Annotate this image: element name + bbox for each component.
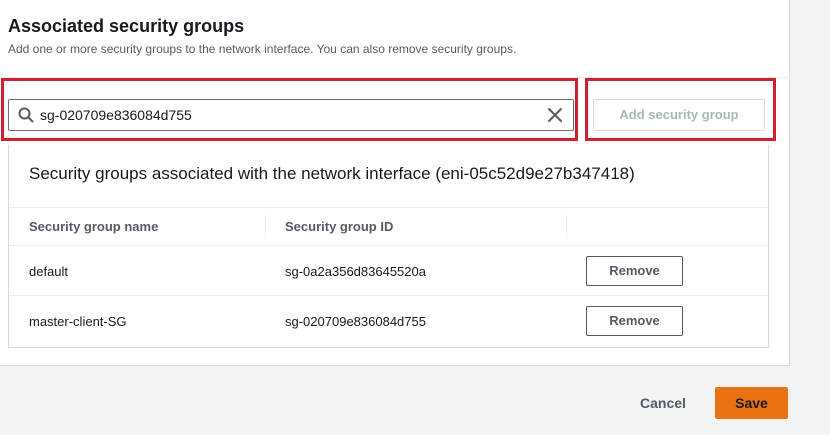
search-input[interactable] [40, 100, 540, 130]
column-header-name: Security group name [29, 219, 159, 234]
table-title: Security groups associated with the netw… [29, 164, 635, 183]
divider [9, 245, 768, 246]
divider [9, 207, 768, 208]
remove-button[interactable]: Remove [586, 256, 683, 286]
associated-groups-table: Security groups associated with the netw… [8, 145, 769, 348]
close-icon[interactable] [547, 107, 563, 123]
cancel-button[interactable]: Cancel [633, 387, 693, 419]
section-title: Associated security groups [8, 16, 245, 36]
column-separator [566, 215, 567, 235]
security-group-id: sg-020709e836084d755 [285, 314, 426, 329]
column-header-id: Security group ID [285, 219, 394, 234]
security-group-id: sg-0a2a356d83645520a [285, 264, 426, 279]
section-description: Add one or more security groups to the n… [8, 42, 517, 56]
search-icon [18, 107, 34, 123]
add-security-group-button[interactable]: Add security group [593, 99, 765, 131]
column-separator [265, 215, 266, 235]
security-group-name: master-client-SG [29, 314, 127, 329]
security-group-name: default [29, 264, 69, 279]
divider [9, 295, 768, 296]
remove-button[interactable]: Remove [586, 306, 683, 336]
security-groups-panel: Associated security groups Add one or mo… [0, 0, 790, 366]
save-button[interactable]: Save [715, 387, 788, 419]
security-group-search[interactable] [8, 99, 574, 131]
